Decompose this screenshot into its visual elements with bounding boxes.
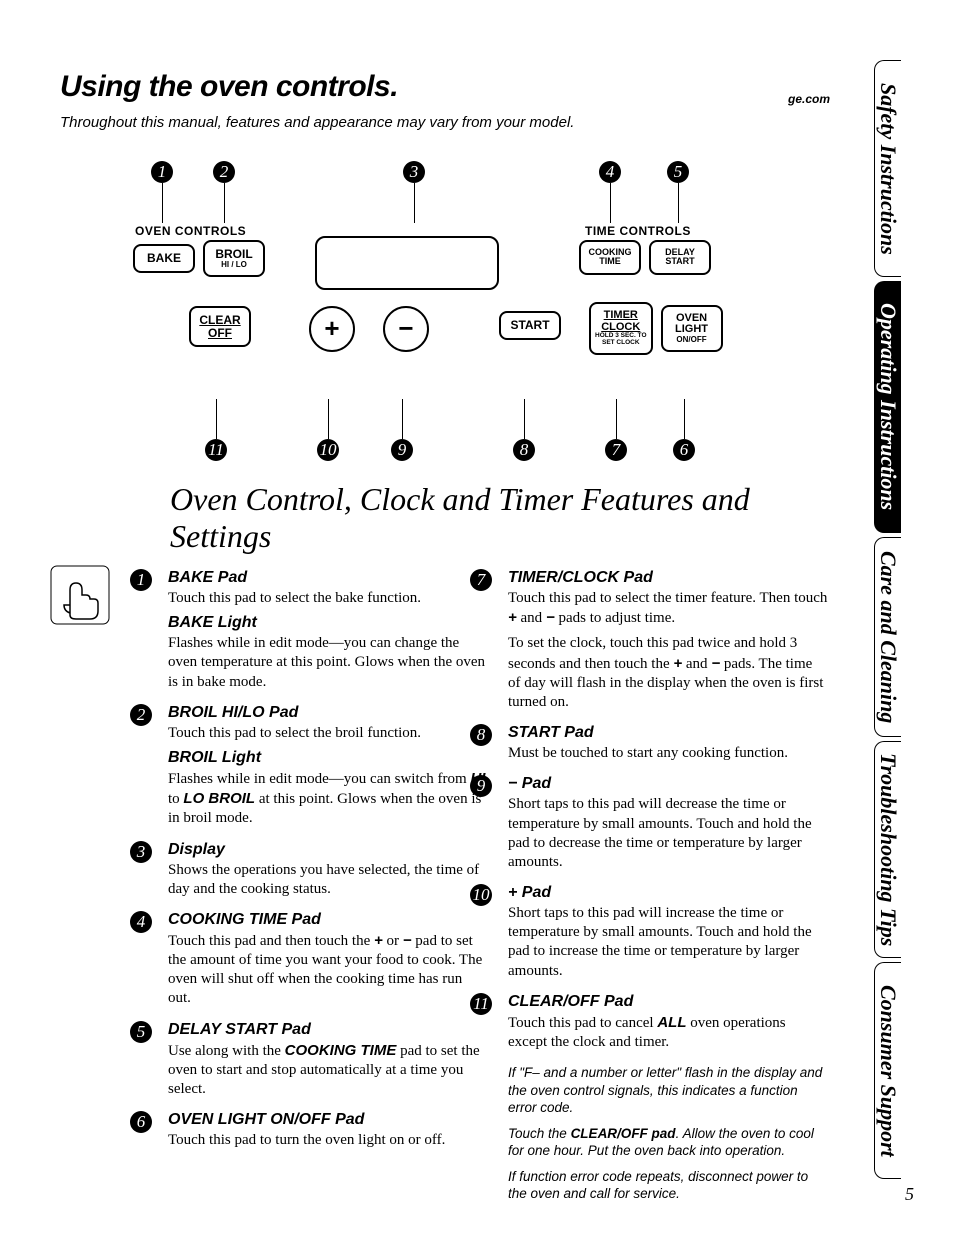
feature-heading: START Pad [508, 724, 828, 742]
feature-subheading: BAKE Light [168, 614, 488, 632]
control-panel-diagram: 1 2 3 4 5 OVEN CONTROLS TIME CONTROLS BA… [135, 161, 755, 461]
feature-body: Shows the operations you have selected, … [168, 861, 488, 899]
feature-body: Must be touched to start any cooking fun… [508, 744, 828, 763]
timer-clock-pad: TIMER CLOCK HOLD 3 SEC. TO SET CLOCK [589, 302, 653, 355]
delay-start-pad: DELAY START [649, 240, 711, 275]
feature-number: 6 [130, 1111, 152, 1133]
feature-body: Touch this pad to select the broil funct… [168, 724, 488, 743]
feature-body: Touch this pad to select the bake functi… [168, 589, 488, 608]
feature-item: 9− PadShort taps to this pad will decrea… [508, 775, 828, 872]
feature-heading: TIMER/CLOCK Pad [508, 569, 828, 587]
feature-item: 7TIMER/CLOCK PadTouch this pad to select… [508, 569, 828, 712]
feature-body: To set the clock, touch this pad twice a… [508, 634, 828, 712]
page-number: 5 [905, 1184, 914, 1205]
feature-item: 2BROIL HI/LO PadTouch this pad to select… [168, 704, 488, 829]
feature-body: Flashes while in edit mode—you can chang… [168, 634, 488, 692]
tab-troubleshooting: Troubleshooting Tips [874, 741, 901, 958]
callout-11: 11 [205, 439, 227, 461]
feature-number: 8 [470, 724, 492, 746]
site-link: ge.com [788, 92, 830, 106]
oven-light-pad: OVEN LIGHT ON/OFF [661, 305, 723, 352]
section-heading: Oven Control, Clock and Timer Features a… [170, 481, 830, 555]
feature-body: Flashes while in edit mode—you can switc… [168, 769, 488, 829]
callout-8: 8 [513, 439, 535, 461]
feature-number: 2 [130, 704, 152, 726]
start-pad: START [499, 311, 561, 340]
tab-safety: Safety Instructions [874, 60, 901, 277]
feature-body: Use along with the COOKING TIME pad to s… [168, 1041, 488, 1100]
callout-3: 3 [403, 161, 425, 183]
feature-body: Short taps to this pad will decrease the… [508, 795, 828, 872]
feature-heading: BAKE Pad [168, 569, 488, 587]
feature-heading: CLEAR/OFF Pad [508, 993, 828, 1011]
oven-controls-label: OVEN CONTROLS [135, 224, 246, 238]
feature-body: Touch this pad to cancel ALL oven operat… [508, 1013, 828, 1052]
tab-consumer: Consumer Support [874, 962, 901, 1179]
callout-6: 6 [673, 439, 695, 461]
feature-item: 10+ PadShort taps to this pad will incre… [508, 884, 828, 981]
features-right-column: 7TIMER/CLOCK PadTouch this pad to select… [508, 569, 828, 1203]
feature-item: 8START PadMust be touched to start any c… [508, 724, 828, 763]
feature-item: 1BAKE PadTouch this pad to select the ba… [168, 569, 488, 692]
time-controls-label: TIME CONTROLS [585, 224, 691, 238]
feature-number: 11 [470, 993, 492, 1015]
feature-item: 11CLEAR/OFF PadTouch this pad to cancel … [508, 993, 828, 1052]
feature-number: 5 [130, 1021, 152, 1043]
feature-body: Short taps to this pad will increase the… [508, 904, 828, 981]
feature-body: Touch this pad to turn the oven light on… [168, 1131, 488, 1150]
feature-number: 1 [130, 569, 152, 591]
plus-pad: + [309, 306, 355, 352]
cooking-time-pad: COOKING TIME [579, 240, 641, 275]
feature-number: 10 [470, 884, 492, 906]
feature-body: Touch this pad and then touch the + or −… [168, 931, 488, 1009]
feature-heading: COOKING TIME Pad [168, 911, 488, 929]
feature-heading: DELAY START Pad [168, 1021, 488, 1039]
section-tabs: Safety Instructions Operating Instructio… [874, 60, 914, 1183]
callout-5: 5 [667, 161, 689, 183]
feature-item: 4COOKING TIME PadTouch this pad and then… [168, 911, 488, 1009]
callout-7: 7 [605, 439, 627, 461]
feature-number: 3 [130, 841, 152, 863]
feature-number: 9 [470, 775, 492, 797]
feature-item: 5DELAY START PadUse along with the COOKI… [168, 1021, 488, 1100]
callout-1: 1 [151, 161, 173, 183]
feature-heading: + Pad [508, 884, 828, 902]
callout-4: 4 [599, 161, 621, 183]
pointing-hand-icon [50, 565, 110, 625]
feature-body: Touch this pad to select the timer featu… [508, 589, 828, 628]
feature-item: 3DisplayShows the operations you have se… [168, 841, 488, 899]
feature-heading: BROIL HI/LO Pad [168, 704, 488, 722]
intro-text: Throughout this manual, features and app… [60, 114, 830, 131]
features-left-column: 1BAKE PadTouch this pad to select the ba… [168, 569, 488, 1203]
footnote: If function error code repeats, disconne… [508, 1168, 828, 1203]
callout-9: 9 [391, 439, 413, 461]
display-window [315, 236, 499, 290]
tab-operating: Operating Instructions [874, 281, 901, 533]
broil-pad: BROIL HI / LO [203, 240, 265, 277]
footnote: If "F– and a number or letter" flash in … [508, 1064, 828, 1117]
feature-number: 4 [130, 911, 152, 933]
tab-care: Care and Cleaning [874, 537, 901, 737]
feature-heading: OVEN LIGHT ON/OFF Pad [168, 1111, 488, 1129]
clear-off-pad: CLEAR OFF [189, 306, 251, 347]
feature-heading: Display [168, 841, 488, 859]
footnote: Touch the CLEAR/OFF pad. Allow the oven … [508, 1125, 828, 1160]
callout-10: 10 [317, 439, 339, 461]
callout-2: 2 [213, 161, 235, 183]
feature-item: 6OVEN LIGHT ON/OFF PadTouch this pad to … [168, 1111, 488, 1150]
minus-pad: − [383, 306, 429, 352]
bake-pad: BAKE [133, 244, 195, 273]
feature-number: 7 [470, 569, 492, 591]
feature-heading: − Pad [508, 775, 828, 793]
feature-subheading: BROIL Light [168, 749, 488, 767]
page-title: Using the oven controls. [60, 70, 830, 104]
